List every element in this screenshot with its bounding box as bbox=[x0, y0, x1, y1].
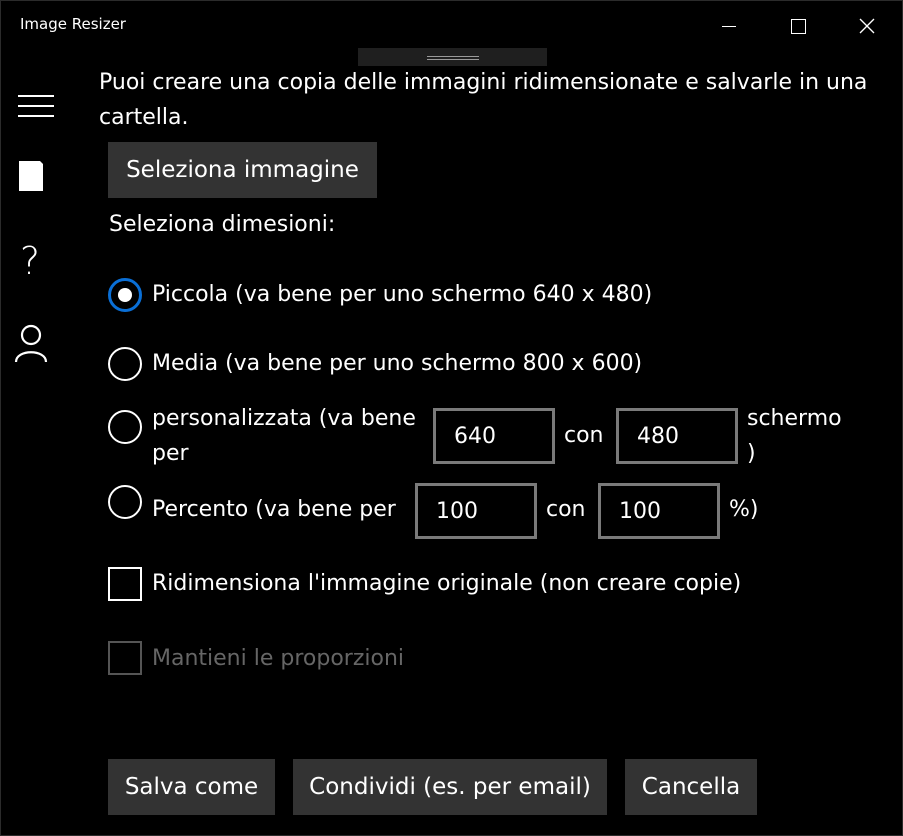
intro-text: Puoi creare una copia delle immagini rid… bbox=[99, 70, 868, 130]
radio-medium[interactable] bbox=[108, 347, 142, 381]
radio-small[interactable] bbox=[108, 278, 142, 312]
custom-width-input[interactable]: 640 bbox=[433, 408, 555, 464]
resize-original-label[interactable]: Ridimensiona l'immagine originale (non c… bbox=[152, 571, 741, 596]
resize-original-checkbox[interactable] bbox=[108, 567, 142, 601]
percent-suffix: %) bbox=[729, 497, 759, 522]
nav-account-button[interactable] bbox=[1, 308, 87, 378]
hamburger-icon bbox=[18, 95, 54, 117]
nav-hamburger-button[interactable] bbox=[1, 71, 87, 141]
radio-selected-dot bbox=[118, 288, 132, 302]
minimize-button[interactable] bbox=[706, 1, 752, 51]
percent-width-input[interactable]: 100 bbox=[415, 483, 537, 539]
drag-handle-line bbox=[427, 59, 479, 60]
percent-con-label: con bbox=[546, 497, 586, 522]
radio-custom-label-line1[interactable]: personalizzata (va bene bbox=[152, 406, 416, 431]
drag-handle-line bbox=[427, 56, 479, 57]
close-icon bbox=[859, 18, 875, 34]
custom-suffix-line2: ) bbox=[747, 441, 756, 466]
maximize-button[interactable] bbox=[775, 1, 821, 51]
close-button[interactable] bbox=[844, 1, 890, 51]
nav-help-button[interactable]: ? bbox=[1, 226, 87, 296]
app-window: Image Resizer ? Puoi creare una copia de… bbox=[0, 0, 903, 836]
drag-handle[interactable] bbox=[358, 48, 547, 66]
custom-height-input[interactable]: 480 bbox=[616, 408, 738, 464]
person-icon bbox=[14, 324, 48, 363]
radio-custom[interactable] bbox=[108, 410, 142, 444]
save-as-button[interactable]: Salva come bbox=[108, 759, 275, 815]
percent-height-input[interactable]: 100 bbox=[598, 483, 720, 539]
radio-percent[interactable] bbox=[108, 485, 142, 519]
document-icon bbox=[19, 161, 43, 191]
share-button[interactable]: Condividi (es. per email) bbox=[293, 759, 607, 815]
title-bar[interactable]: Image Resizer bbox=[1, 1, 903, 51]
radio-percent-label[interactable]: Percento (va bene per bbox=[152, 497, 396, 522]
cancel-button[interactable]: Cancella bbox=[625, 759, 757, 815]
radio-medium-label[interactable]: Media (va bene per uno schermo 800 x 600… bbox=[152, 351, 642, 376]
radio-custom-label-line2[interactable]: per bbox=[152, 441, 189, 466]
custom-con-label: con bbox=[564, 423, 604, 448]
help-icon: ? bbox=[19, 239, 41, 283]
keep-proportions-checkbox[interactable] bbox=[108, 641, 142, 675]
maximize-icon bbox=[790, 18, 806, 34]
window-title: Image Resizer bbox=[20, 15, 126, 33]
dimensions-label: Seleziona dimesioni: bbox=[109, 212, 336, 237]
minimize-icon bbox=[722, 25, 736, 27]
keep-proportions-label[interactable]: Mantieni le proporzioni bbox=[152, 646, 404, 671]
nav-document-button[interactable] bbox=[1, 141, 87, 211]
select-image-button[interactable]: Seleziona immagine bbox=[108, 142, 377, 198]
radio-small-label[interactable]: Piccola (va bene per uno schermo 640 x 4… bbox=[152, 282, 652, 307]
custom-suffix-line1: schermo bbox=[747, 406, 842, 431]
